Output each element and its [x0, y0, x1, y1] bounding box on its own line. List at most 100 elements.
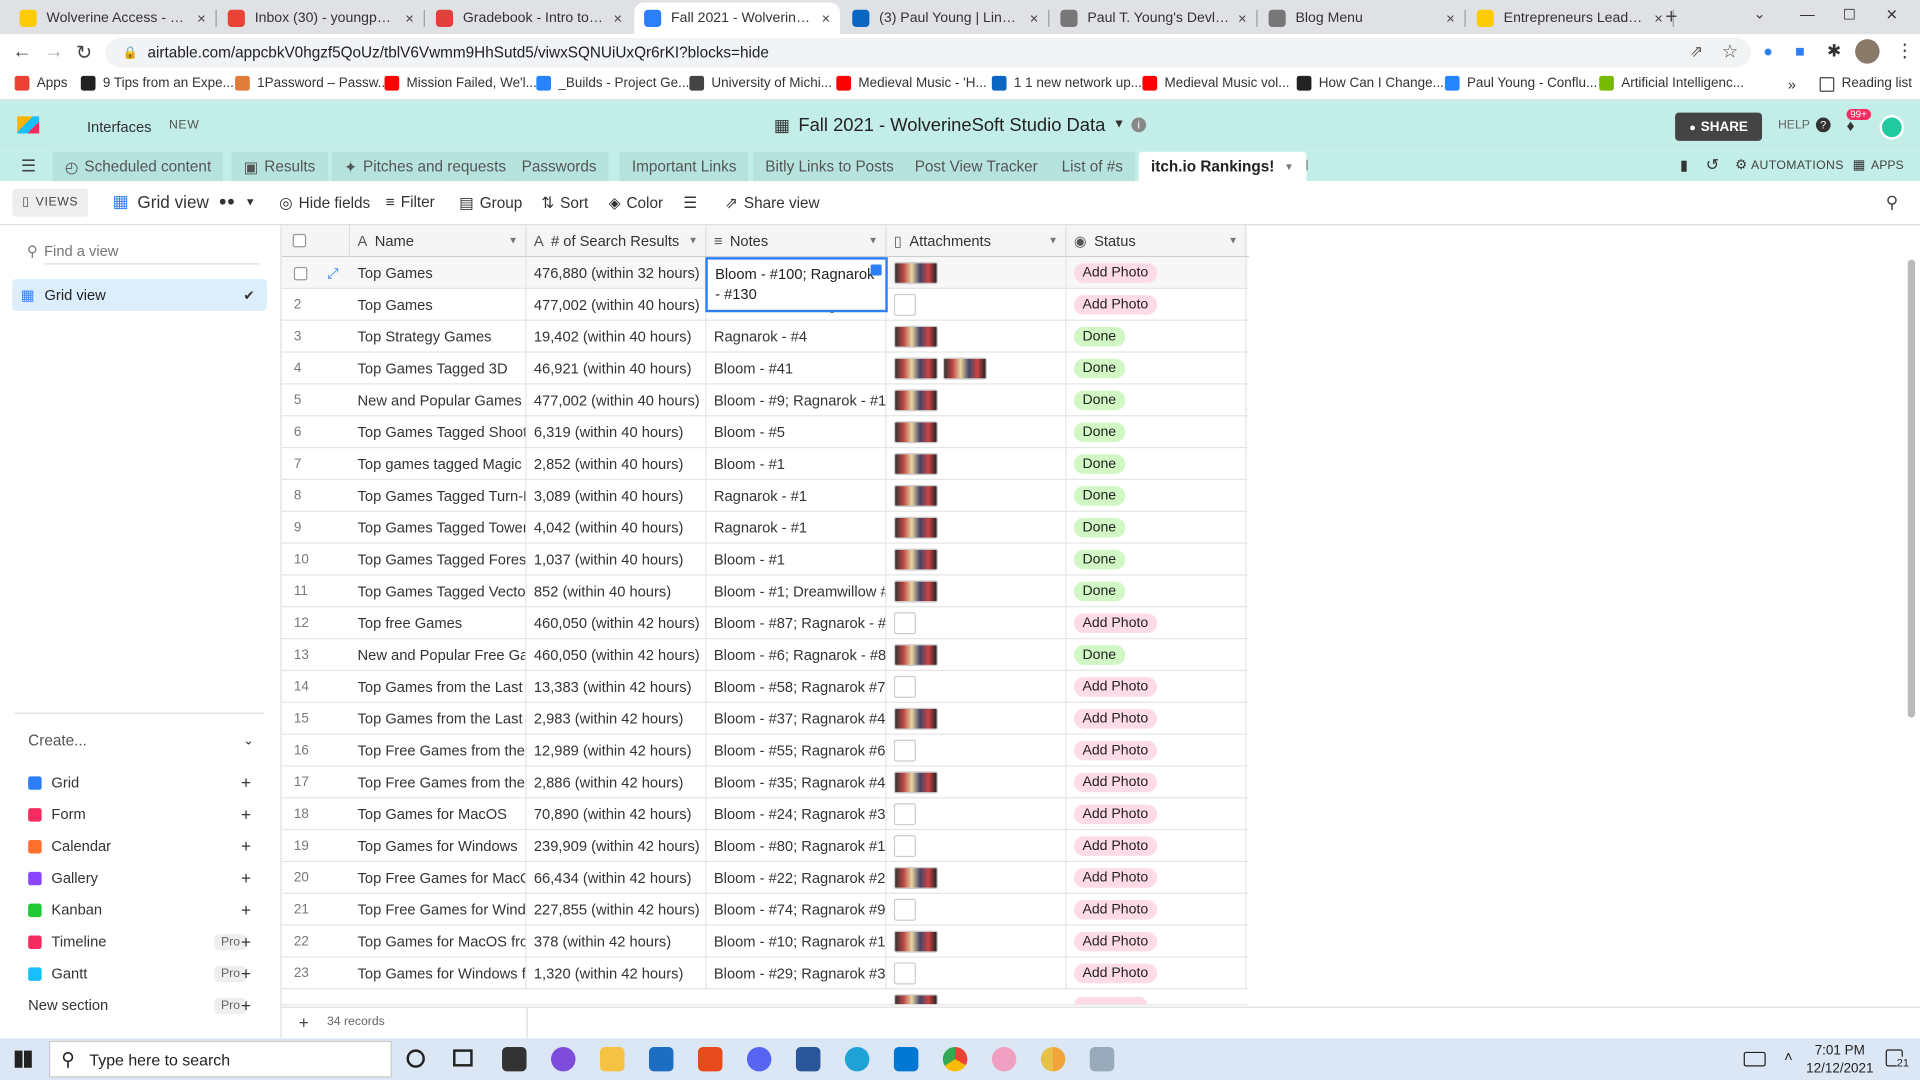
attachment-thumbnail[interactable]	[893, 548, 938, 571]
automations-button[interactable]: AUTOMATIONS	[1751, 159, 1844, 172]
attachment-thumbnail[interactable]	[893, 516, 938, 539]
status-cell[interactable]: Add Photo	[1067, 702, 1247, 735]
expand-cell-icon[interactable]	[870, 264, 882, 276]
table-row[interactable]: 9 Top Games Tagged Tower ... 4,042 (within…	[281, 511, 1248, 544]
column-header-status[interactable]: ◉ Status ▼	[1066, 225, 1247, 258]
windows-start-icon[interactable]	[14, 1050, 32, 1068]
maximize-icon[interactable]: ☐	[1843, 6, 1856, 23]
notes-cell[interactable]: Bloom - #35; Ragnarok #42	[707, 766, 887, 799]
base-title-dropdown-icon[interactable]: ▼	[1113, 118, 1125, 131]
create-kanban-view[interactable]: Kanban +	[28, 900, 261, 920]
status-cell[interactable]: Add Photo	[1067, 257, 1247, 289]
table-row[interactable]: 19 Top Games for Windows 239,909 (within 4…	[281, 830, 1248, 863]
close-icon[interactable]: ×	[1654, 10, 1663, 27]
search-results-cell[interactable]: 239,909 (within 42 hours)	[527, 830, 707, 863]
notes-cell[interactable]: Bloom - #58; Ragnarok #71	[707, 671, 887, 703]
status-cell[interactable]: Done	[1067, 511, 1247, 544]
attachments-cell[interactable]	[887, 543, 1067, 576]
help-link[interactable]: HELP	[1778, 119, 1810, 132]
find-view-input[interactable]	[44, 237, 260, 265]
notes-cell[interactable]: Ragnarok - #1	[707, 511, 887, 544]
bookmark-item[interactable]: Artificial Intelligenc...	[1599, 75, 1744, 91]
attachment-thumbnail[interactable]	[893, 644, 938, 667]
close-icon[interactable]: ×	[1238, 10, 1247, 27]
name-cell[interactable]: Top Games Tagged Vector	[350, 575, 527, 608]
chrome-canary-icon[interactable]	[1040, 1046, 1066, 1072]
app-icon[interactable]	[551, 1046, 576, 1072]
name-cell[interactable]: Top Games for Windows fr...	[350, 957, 527, 990]
column-header-search-results[interactable]: A # of Search Results ▼	[526, 225, 707, 258]
browser-tab[interactable]: Entrepreneurs Leadership P... ×	[1467, 2, 1673, 34]
name-cell[interactable]: Top Free Games from the L...	[350, 734, 527, 767]
close-icon[interactable]: ×	[1446, 10, 1455, 27]
bookmark-item[interactable]: Medieval Music - 'H...	[836, 75, 987, 91]
attachments-cell[interactable]	[887, 352, 1067, 385]
column-header-notes[interactable]: ≡ Notes ▼	[706, 225, 887, 258]
app-icon[interactable]	[1089, 1046, 1115, 1072]
bookmark-item[interactable]: University of Michi...	[689, 75, 832, 91]
notes-cell[interactable]: Bloom - #1	[707, 448, 887, 481]
table-row[interactable]: 17 Top Free Games from the L...2,886 (wit…	[281, 766, 1248, 799]
create-timeline-view[interactable]: Timeline Pro +	[28, 932, 261, 951]
status-cell[interactable]: Done	[1067, 416, 1247, 449]
table-tab[interactable]: itch.io Rankings! ▼	[1138, 151, 1307, 182]
expand-record-icon[interactable]: ⤢	[327, 264, 339, 282]
browser-tab[interactable]: Gradebook - Intro to Innov... ×	[426, 2, 632, 34]
attachment-thumbnail[interactable]	[893, 262, 938, 285]
status-cell[interactable]: Add Photo	[1067, 734, 1247, 767]
table-row[interactable]: 14 Top Games from the Last 3...13,383 (wi…	[281, 671, 1248, 703]
create-grid-view[interactable]: Grid +	[28, 773, 261, 792]
extension-icon[interactable]: ■	[1795, 42, 1805, 60]
status-cell[interactable]: Add Photo	[1067, 671, 1247, 703]
create-form-view[interactable]: Form +	[28, 804, 261, 824]
notes-cell[interactable]: Bloom - #9; Ragnarok - #11	[707, 384, 887, 417]
bookmark-item[interactable]: 1Password – Passw...	[235, 75, 389, 91]
status-cell[interactable]: Add Photo	[1067, 925, 1247, 958]
column-header-name[interactable]: A Name ▼	[350, 225, 527, 258]
search-results-cell[interactable]: 66,434 (within 42 hours)	[527, 862, 707, 894]
column-header-attachments[interactable]: ▯ Attachments ▼	[886, 225, 1067, 258]
attachment-thumbnail[interactable]	[893, 325, 938, 348]
search-icon[interactable]: ⚲	[1886, 192, 1899, 213]
close-icon[interactable]: ×	[1030, 10, 1039, 27]
minimize-icon[interactable]: —	[1800, 6, 1815, 23]
group-button[interactable]: ▤ Group	[459, 193, 522, 212]
attachment-thumbnail[interactable]	[893, 707, 938, 730]
table-row[interactable]: 23 Top Games for Windows fr... 1,320 (with…	[281, 957, 1248, 990]
attachment-thumbnail[interactable]	[893, 930, 938, 953]
help-icon[interactable]: ?	[1815, 117, 1831, 133]
extensions-puzzle-icon[interactable]: ✱	[1827, 40, 1841, 61]
table-tab[interactable]: Important Links	[619, 151, 749, 182]
attachments-cell[interactable]	[887, 511, 1067, 544]
name-cell[interactable]: Top Games Tagged Shooter	[350, 416, 527, 449]
table-row[interactable]: 21 Top Free Games for Windo...227,855 (wi…	[281, 893, 1248, 926]
url-input[interactable]: 🔒 airtable.com/appcbkV0hgzf5QoUz/tblV6Vw…	[105, 37, 1752, 68]
attachments-cell[interactable]	[887, 798, 1067, 831]
bookmark-item[interactable]: _Builds - Project Ge...	[536, 75, 689, 91]
bookmark-item[interactable]: 1 1 new network up...	[991, 75, 1142, 91]
taskbar-search[interactable]: ⚲ Type here to search	[48, 1040, 392, 1078]
status-cell[interactable]: Add Photo	[1067, 607, 1247, 640]
attachments-cell[interactable]	[887, 957, 1067, 990]
row-height-button[interactable]: ☰	[683, 193, 697, 212]
bookmark-item[interactable]: Medieval Music vol...	[1142, 75, 1290, 91]
add-field-button[interactable]: +	[1246, 225, 1249, 258]
status-cell[interactable]: Add Photo	[1067, 957, 1247, 990]
notes-cell[interactable]: Bloom - #22; Ragnarok #28	[707, 862, 887, 894]
bookmarks-overflow-icon[interactable]: »	[1788, 76, 1796, 93]
attachment-thumbnail[interactable]	[942, 357, 987, 380]
color-button[interactable]: ◈ Color	[609, 193, 663, 212]
profile-avatar[interactable]	[1855, 39, 1880, 64]
search-results-cell[interactable]: 6,319 (within 40 hours)	[527, 416, 707, 449]
table-tab[interactable]: ✦ Pitches and requests	[331, 151, 519, 182]
name-cell[interactable]: Top Games for Windows	[350, 830, 527, 863]
extension-icon[interactable]: ●	[1763, 42, 1773, 60]
share-button[interactable]: ● SHARE	[1675, 112, 1763, 141]
search-results-cell[interactable]: 12,989 (within 42 hours)	[527, 734, 707, 767]
table-tab[interactable]: Passwords	[509, 151, 609, 182]
itunes-icon[interactable]	[991, 1046, 1017, 1072]
store-app-icon[interactable]	[502, 1046, 527, 1072]
sidebar-view-grid[interactable]: ▦ Grid view ✔	[12, 279, 267, 312]
status-cell[interactable]: Done	[1067, 639, 1247, 672]
name-cell[interactable]: Top Games for MacOS	[350, 798, 527, 831]
